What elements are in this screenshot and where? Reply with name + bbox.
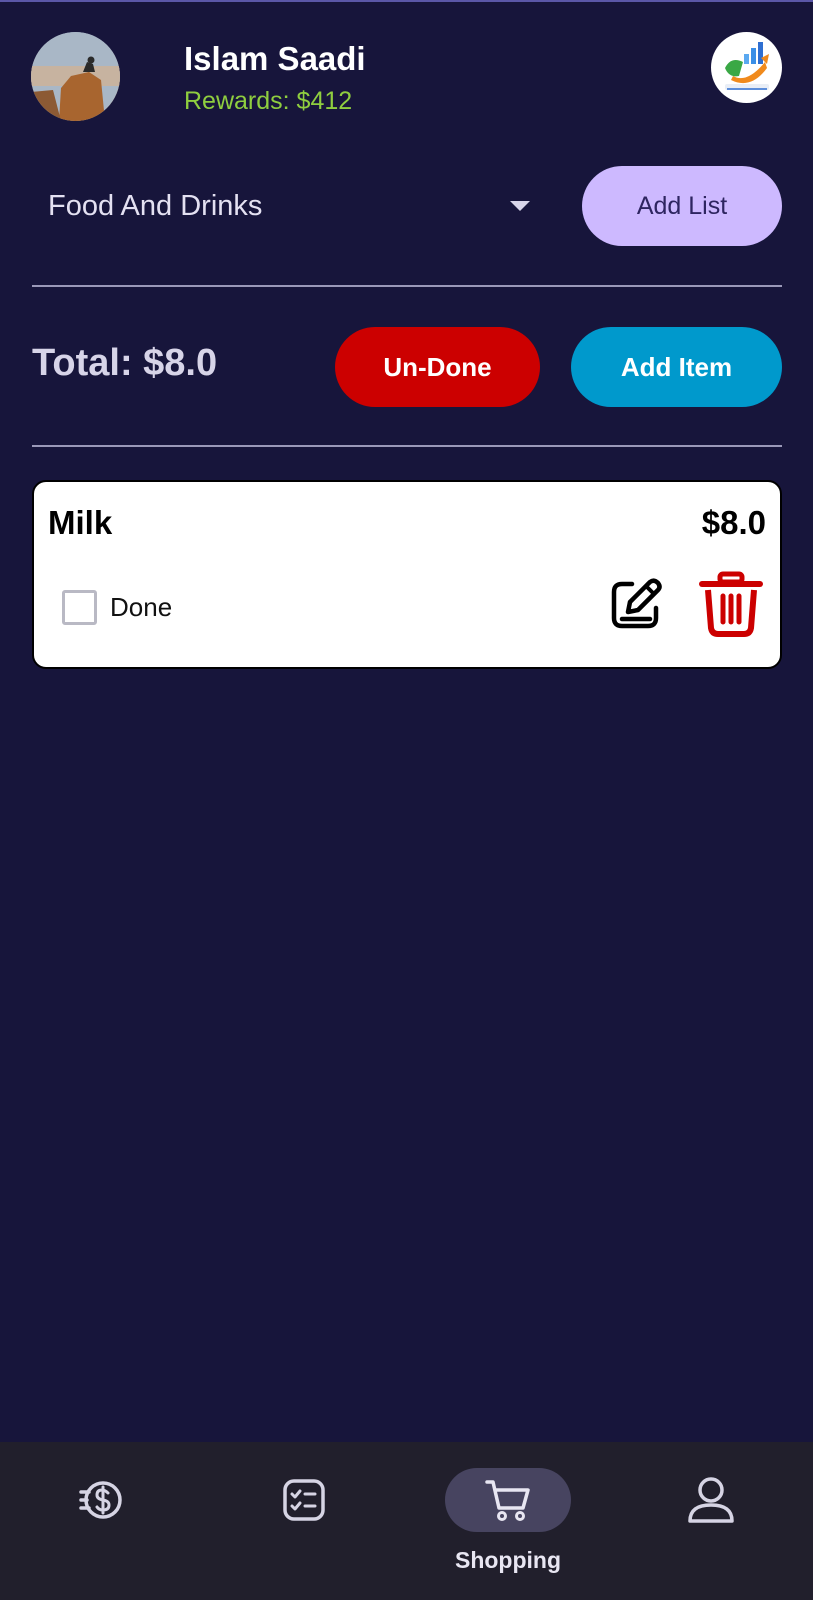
list-dropdown-value: Food And Drinks <box>48 189 263 222</box>
done-checkbox[interactable] <box>62 590 97 625</box>
nav-label-shopping: Shopping <box>454 1547 562 1573</box>
item-price: $8.0 <box>701 504 766 541</box>
rewards-balance: Rewards: $412 <box>184 87 353 115</box>
user-avatar[interactable] <box>31 32 120 121</box>
cart-icon <box>485 1480 530 1521</box>
list-total: Total: $8.0 <box>32 342 218 384</box>
bottom-navigation: Shopping <box>0 1442 813 1600</box>
divider-top <box>32 285 782 287</box>
nav-icon-wrap <box>445 1468 571 1532</box>
item-name: Milk <box>48 504 113 541</box>
edit-icon[interactable] <box>606 574 666 634</box>
family-nest-logo-icon <box>725 42 769 90</box>
checklist-icon <box>283 1479 325 1521</box>
nav-icon-wrap <box>38 1468 164 1532</box>
money-icon <box>79 1481 122 1519</box>
user-icon <box>688 1477 734 1523</box>
nav-icon-wrap <box>241 1468 367 1532</box>
app-logo <box>711 32 782 103</box>
done-label: Done <box>110 592 173 622</box>
add-item-button[interactable]: Add Item <box>571 327 782 407</box>
trash-icon[interactable] <box>698 570 764 638</box>
divider-bottom <box>32 445 782 447</box>
add-list-button[interactable]: Add List <box>582 166 782 246</box>
shopping-item-card: Milk $8.0 Done <box>32 480 782 669</box>
avatar-photo <box>31 32 120 121</box>
dropdown-arrow-icon <box>510 201 530 211</box>
list-dropdown[interactable]: Food And Drinks <box>48 186 538 226</box>
undone-button[interactable]: Un-Done <box>335 327 540 407</box>
nav-icon-wrap <box>648 1468 774 1532</box>
user-name: Islam Saadi <box>184 40 366 77</box>
top-edge-line <box>0 0 813 2</box>
